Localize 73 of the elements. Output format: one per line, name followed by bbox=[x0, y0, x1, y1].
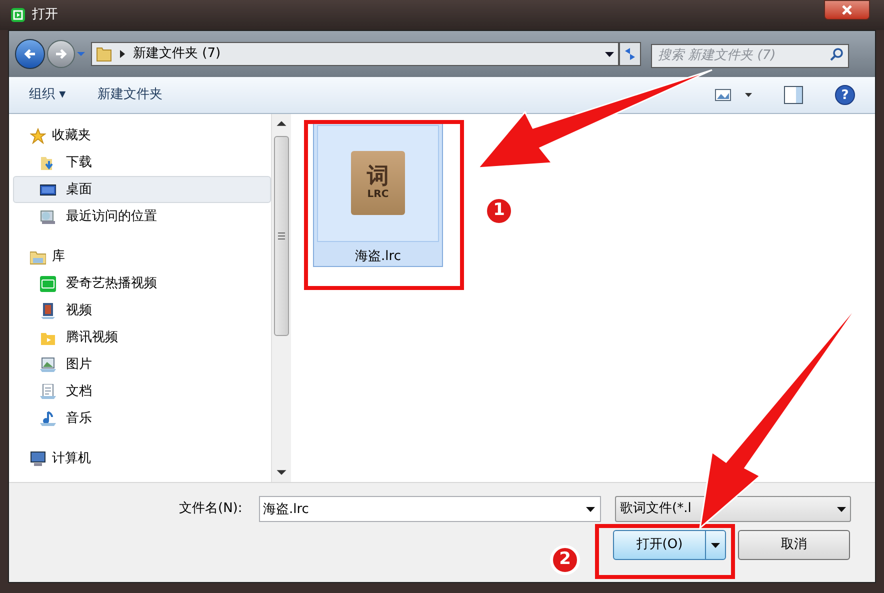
sidebar-item[interactable]: 腾讯视频 bbox=[13, 324, 271, 351]
history-caret-icon bbox=[77, 52, 85, 56]
star-icon bbox=[30, 128, 46, 144]
sidebar-group[interactable]: 收藏夹 bbox=[13, 122, 271, 149]
grip-icon bbox=[278, 232, 285, 240]
sidebar-label: 音乐 bbox=[66, 410, 92, 428]
sidebar-label: 文档 bbox=[66, 382, 92, 401]
icon-glyph: 词 bbox=[367, 166, 389, 188]
sidebar-item[interactable]: 爱奇艺热播视频 bbox=[13, 270, 271, 297]
file-item[interactable]: 词 LRC 海盗.lrc bbox=[313, 121, 443, 267]
sidebar-label: 库 bbox=[52, 248, 65, 266]
new-folder-button[interactable]: 新建文件夹 bbox=[98, 85, 163, 105]
filename-field[interactable]: 海盗.lrc bbox=[259, 496, 601, 522]
sidebar-item[interactable]: 最近访问的位置 bbox=[13, 203, 271, 230]
sidebar-item[interactable]: 下载 bbox=[13, 149, 271, 176]
close-icon bbox=[841, 4, 853, 16]
app-icon bbox=[10, 7, 26, 23]
dropdown-caret-icon bbox=[586, 507, 595, 512]
cancel-button[interactable]: 取消 bbox=[738, 530, 850, 560]
sidebar-group[interactable]: 库 bbox=[13, 243, 271, 270]
sidebar-item[interactable]: 音乐 bbox=[13, 405, 271, 432]
sidebar-item[interactable]: 图片 bbox=[13, 351, 271, 378]
address-bar[interactable]: 新建文件夹 (7) bbox=[91, 42, 619, 66]
breadcrumb-arrow-icon bbox=[120, 50, 125, 58]
preview-pane-icon bbox=[784, 86, 803, 104]
document-icon bbox=[40, 384, 56, 400]
recent-places-icon bbox=[40, 208, 56, 224]
view-options-button[interactable] bbox=[715, 89, 752, 101]
sidebar-item[interactable]: 视频 bbox=[13, 297, 271, 324]
sidebar-label: 下载 bbox=[66, 154, 92, 172]
picture-icon bbox=[40, 356, 56, 372]
help-button[interactable]: ? bbox=[835, 85, 855, 105]
window-title: 打开 bbox=[32, 6, 58, 24]
view-icon bbox=[715, 89, 731, 101]
sidebar-label: 腾讯视频 bbox=[66, 328, 118, 347]
sidebar-label: 图片 bbox=[66, 356, 92, 374]
film-icon bbox=[40, 302, 56, 318]
desktop-icon bbox=[40, 182, 56, 198]
organize-menu[interactable]: 组织 ▾ bbox=[29, 85, 66, 105]
address-path: 新建文件夹 (7) bbox=[133, 45, 222, 64]
library-icon bbox=[30, 248, 46, 264]
scrollbar[interactable] bbox=[271, 114, 291, 482]
refresh-button[interactable] bbox=[619, 42, 641, 66]
caret-icon bbox=[745, 93, 752, 97]
sidebar-item[interactable]: 桌面 bbox=[13, 176, 271, 203]
preview-pane-button[interactable] bbox=[784, 86, 803, 104]
filename-label: 文件名(N): bbox=[179, 500, 244, 518]
search-field[interactable]: 搜索 新建文件夹 (7) bbox=[651, 44, 849, 68]
forward-arrow-icon bbox=[54, 47, 68, 61]
icon-label: LRC bbox=[367, 190, 389, 200]
dropdown-caret-icon bbox=[605, 52, 614, 56]
sidebar-label: 计算机 bbox=[52, 450, 91, 468]
sidebar-label: 爱奇艺热播视频 bbox=[66, 274, 157, 293]
sidebar-group[interactable]: 计算机 bbox=[13, 445, 271, 472]
video-app-icon bbox=[40, 276, 56, 292]
sidebar-label: 桌面 bbox=[66, 180, 92, 199]
file-type-dropdown[interactable]: 歌词文件(*.l bbox=[615, 496, 851, 522]
close-button[interactable] bbox=[824, 0, 870, 20]
dropdown-caret-icon bbox=[837, 506, 846, 512]
sidebar-item[interactable]: 文档 bbox=[13, 378, 271, 405]
forward-button[interactable] bbox=[47, 40, 75, 68]
sidebar-label: 视频 bbox=[66, 302, 92, 320]
back-button[interactable] bbox=[15, 39, 45, 69]
back-arrow-icon bbox=[23, 47, 37, 61]
computer-icon bbox=[30, 450, 46, 466]
file-name: 海盗.lrc bbox=[355, 248, 401, 266]
music-note-icon bbox=[40, 410, 56, 426]
folder-icon bbox=[96, 46, 112, 62]
caret-icon bbox=[711, 542, 720, 548]
scroll-thumb[interactable] bbox=[274, 136, 289, 336]
sidebar-label: 收藏夹 bbox=[52, 126, 91, 145]
search-icon bbox=[830, 47, 844, 61]
sidebar-label: 最近访问的位置 bbox=[66, 208, 157, 226]
